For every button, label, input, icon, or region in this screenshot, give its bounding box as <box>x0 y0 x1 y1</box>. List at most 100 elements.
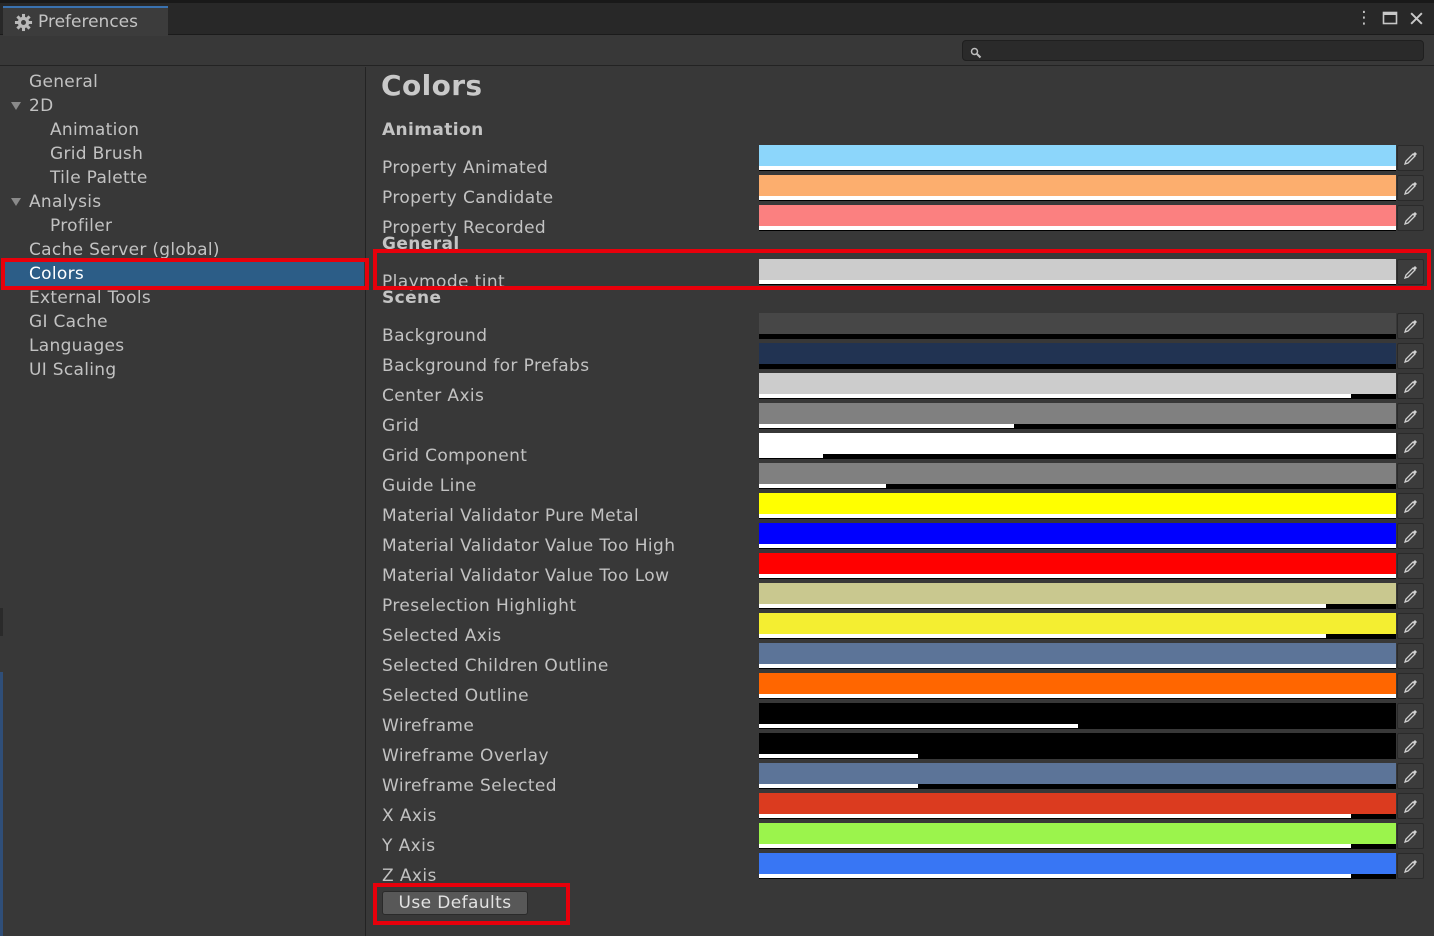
color-label-selected-children-outline: Selected Children Outline <box>382 656 609 676</box>
sidebar-item-ui-scaling[interactable]: UI Scaling <box>2 358 364 382</box>
color-field-grid[interactable] <box>759 403 1396 429</box>
sidebar-item-grid-brush[interactable]: Grid Brush <box>2 142 364 166</box>
eyedropper-icon[interactable] <box>1397 523 1424 549</box>
alpha-bar <box>759 574 1396 578</box>
color-field-y-axis[interactable] <box>759 823 1396 849</box>
alpha-bar <box>759 754 919 758</box>
eyedropper-icon[interactable] <box>1397 853 1424 879</box>
section-heading-animation: Animation <box>382 120 484 140</box>
eyedropper-icon[interactable] <box>1397 643 1424 669</box>
sidebar-item-external-tools[interactable]: External Tools <box>2 286 364 310</box>
color-field-material-validator-value-too-low[interactable] <box>759 553 1396 579</box>
color-label-preselection-highlight: Preselection Highlight <box>382 596 577 616</box>
color-swatch <box>759 373 1396 394</box>
color-swatch <box>759 643 1396 664</box>
foldout-arrow-icon[interactable] <box>11 102 21 110</box>
more-options-icon[interactable]: ⋮ <box>1354 8 1374 28</box>
color-swatch <box>759 175 1396 196</box>
color-field-background[interactable] <box>759 313 1396 339</box>
sidebar-item-label: Profiler <box>50 216 113 236</box>
color-field-property-candidate[interactable] <box>759 175 1396 201</box>
color-field-grid-component[interactable] <box>759 433 1396 459</box>
foldout-arrow-icon[interactable] <box>11 198 21 206</box>
color-field-wireframe-overlay[interactable] <box>759 733 1396 759</box>
color-swatch <box>759 145 1396 166</box>
color-field-playmode-tint[interactable] <box>759 259 1396 285</box>
eyedropper-icon[interactable] <box>1397 553 1424 579</box>
eyedropper-icon[interactable] <box>1397 403 1424 429</box>
eyedropper-icon[interactable] <box>1397 823 1424 849</box>
eyedropper-icon[interactable] <box>1397 793 1424 819</box>
sidebar-item-animation[interactable]: Animation <box>2 118 364 142</box>
color-label-wireframe-selected: Wireframe Selected <box>382 776 557 796</box>
eyedropper-icon[interactable] <box>1397 373 1424 399</box>
color-label-property-candidate: Property Candidate <box>382 188 554 208</box>
eyedropper-icon[interactable] <box>1397 343 1424 369</box>
eyedropper-icon[interactable] <box>1397 673 1424 699</box>
use-defaults-button[interactable]: Use Defaults <box>382 891 528 915</box>
sidebar-item-2d[interactable]: 2D <box>2 94 364 118</box>
alpha-bar <box>759 280 1396 284</box>
eyedropper-icon[interactable] <box>1397 733 1424 759</box>
left-edge-divider <box>0 608 3 636</box>
eyedropper-icon[interactable] <box>1397 583 1424 609</box>
sidebar-item-languages[interactable]: Languages <box>2 334 364 358</box>
eyedropper-icon[interactable] <box>1397 145 1424 171</box>
search-input[interactable] <box>962 40 1424 61</box>
color-field-center-axis[interactable] <box>759 373 1396 399</box>
page-title: Colors <box>381 69 483 102</box>
sidebar-item-label: General <box>29 72 99 92</box>
eyedropper-icon[interactable] <box>1397 493 1424 519</box>
eyedropper-icon[interactable] <box>1397 463 1424 489</box>
eyedropper-icon[interactable] <box>1397 433 1424 459</box>
section-heading-scene: Scene <box>382 288 442 308</box>
color-swatch <box>759 493 1396 514</box>
color-swatch <box>759 259 1396 280</box>
color-swatch <box>759 313 1396 334</box>
close-icon[interactable] <box>1406 8 1426 28</box>
alpha-bar <box>759 226 1396 230</box>
color-label-guide-line: Guide Line <box>382 476 477 496</box>
color-field-x-axis[interactable] <box>759 793 1396 819</box>
eyedropper-icon[interactable] <box>1397 613 1424 639</box>
tab-preferences[interactable]: Preferences <box>3 6 168 36</box>
sidebar-item-label: Analysis <box>29 192 102 212</box>
eyedropper-icon[interactable] <box>1397 175 1424 201</box>
eyedropper-icon[interactable] <box>1397 763 1424 789</box>
eyedropper-icon[interactable] <box>1397 205 1424 231</box>
color-field-guide-line[interactable] <box>759 463 1396 489</box>
color-label-grid-component: Grid Component <box>382 446 528 466</box>
color-field-preselection-highlight[interactable] <box>759 583 1396 609</box>
color-field-selected-axis[interactable] <box>759 613 1396 639</box>
maximize-icon[interactable] <box>1380 8 1400 28</box>
color-field-material-validator-value-too-high[interactable] <box>759 523 1396 549</box>
color-swatch <box>759 433 1396 454</box>
color-field-z-axis[interactable] <box>759 853 1396 879</box>
sidebar-item-profiler[interactable]: Profiler <box>2 214 364 238</box>
color-field-background-for-prefabs[interactable] <box>759 343 1396 369</box>
sidebar-item-cache-server-global[interactable]: Cache Server (global) <box>2 238 364 262</box>
sidebar-item-analysis[interactable]: Analysis <box>2 190 364 214</box>
sidebar-item-label: Languages <box>29 336 125 356</box>
eyedropper-icon[interactable] <box>1397 313 1424 339</box>
color-field-selected-children-outline[interactable] <box>759 643 1396 669</box>
color-field-property-recorded[interactable] <box>759 205 1396 231</box>
preferences-window: Preferences ⋮ General 2D Animation Grid Bru… <box>0 0 1434 936</box>
color-swatch <box>759 793 1396 814</box>
eyedropper-icon[interactable] <box>1397 259 1424 285</box>
sidebar-item-label: Cache Server (global) <box>29 240 220 260</box>
sidebar-item-general[interactable]: General <box>2 70 364 94</box>
eyedropper-icon[interactable] <box>1397 703 1424 729</box>
color-field-wireframe[interactable] <box>759 703 1396 729</box>
color-label-wireframe: Wireframe <box>382 716 475 736</box>
color-field-wireframe-selected[interactable] <box>759 763 1396 789</box>
color-field-material-validator-pure-metal[interactable] <box>759 493 1396 519</box>
sidebar-item-tile-palette[interactable]: Tile Palette <box>2 166 364 190</box>
color-label-material-validator-pure-metal: Material Validator Pure Metal <box>382 506 640 526</box>
sidebar-item-colors[interactable]: Colors <box>2 262 364 286</box>
color-swatch <box>759 613 1396 634</box>
color-field-selected-outline[interactable] <box>759 673 1396 699</box>
alpha-bar <box>759 196 1396 200</box>
sidebar-item-gi-cache[interactable]: GI Cache <box>2 310 364 334</box>
color-field-property-animated[interactable] <box>759 145 1396 171</box>
